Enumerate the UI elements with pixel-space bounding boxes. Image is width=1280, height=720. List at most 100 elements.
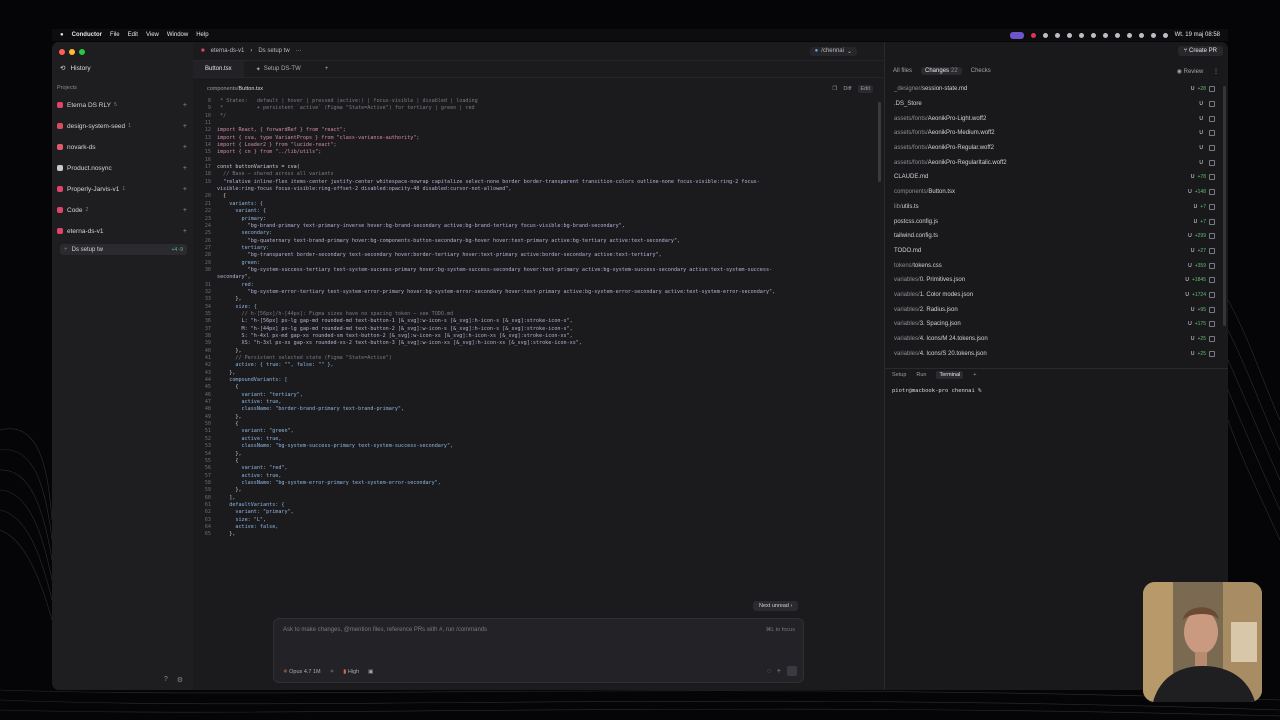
stage-checkbox[interactable] — [1209, 233, 1215, 240]
stage-checkbox[interactable] — [1209, 336, 1215, 343]
sidebar-history[interactable]: ⟲ History — [60, 64, 91, 73]
sparkle-icon[interactable]: ✧ — [330, 669, 335, 675]
editor-scrollbar[interactable] — [878, 102, 881, 182]
changed-file-row[interactable]: variables/1. Color modes.json U +1724 — [885, 288, 1228, 303]
tab-setup[interactable]: Setup — [892, 372, 906, 378]
changed-file-row[interactable]: variables/2. Radius.json U +95 — [885, 302, 1228, 317]
model-selector[interactable]: ✳ Opus 4.7 1M — [283, 669, 321, 675]
copy-icon[interactable]: ❐ — [832, 86, 837, 92]
stage-checkbox[interactable] — [1209, 321, 1215, 328]
sidebar-project-0[interactable]: Eterna DS RLY 5 + — [57, 99, 187, 111]
help-icon[interactable]: ? — [164, 676, 168, 684]
changed-file-row[interactable]: tailwind.config.ts U +299 — [885, 229, 1228, 244]
tray-icon-6[interactable] — [1102, 32, 1108, 38]
sidebar-project-5[interactable]: Code 2 + — [57, 204, 187, 216]
tab-checks[interactable]: Checks — [971, 68, 991, 74]
sidebar-project-6[interactable]: eterna-ds-v1 + — [57, 225, 187, 237]
next-unread-button[interactable]: Next unread › — [753, 601, 799, 611]
add-workspace-icon[interactable]: + — [183, 186, 187, 193]
changed-file-row[interactable]: assets/fonts/AeonikPro-RegularItalic.wof… — [885, 155, 1228, 170]
attach-icon[interactable]: ▣ — [368, 669, 373, 675]
review-button[interactable]: ◉ Review ⋮ — [1177, 68, 1219, 75]
chat-composer[interactable]: Ask to make changes, @mention files, ref… — [273, 618, 804, 683]
add-workspace-icon[interactable]: + — [183, 123, 187, 130]
diff-button[interactable]: Diff — [843, 86, 851, 92]
changed-file-row[interactable]: variables/3. Spacing.json U +175 — [885, 317, 1228, 332]
stage-checkbox[interactable] — [1209, 189, 1215, 196]
stage-checkbox[interactable] — [1209, 247, 1215, 254]
add-workspace-icon[interactable]: + — [183, 228, 187, 235]
stage-checkbox[interactable] — [1209, 350, 1215, 357]
menu-edit[interactable]: Edit — [128, 32, 138, 38]
composer-input[interactable]: Ask to make changes, @mention files, ref… — [283, 627, 487, 633]
changed-file-row[interactable]: .DS_Store U — [885, 97, 1228, 112]
wifi-icon[interactable] — [1138, 32, 1144, 38]
stage-checkbox[interactable] — [1209, 174, 1215, 181]
menu-window[interactable]: Window — [167, 32, 188, 38]
stage-checkbox[interactable] — [1209, 115, 1215, 122]
stage-checkbox[interactable] — [1209, 145, 1215, 152]
changed-file-row[interactable]: variables/4. Icons/S 20.tokens.json U +25 — [885, 346, 1228, 361]
recording-icon[interactable] — [1009, 31, 1024, 39]
tab-button-tsx[interactable]: Button.tsx — [193, 61, 244, 77]
add-icon[interactable]: + — [777, 668, 781, 675]
stage-checkbox[interactable] — [1209, 306, 1215, 313]
changed-file-row[interactable]: TODO.md U +27 — [885, 244, 1228, 259]
stage-checkbox[interactable] — [1209, 291, 1215, 298]
breadcrumb-project[interactable]: eterna-ds-v1 — [211, 48, 245, 54]
new-terminal-button[interactable]: + — [973, 372, 976, 378]
tray-icon-8[interactable] — [1126, 32, 1132, 38]
menu-view[interactable]: View — [146, 32, 159, 38]
stage-checkbox[interactable] — [1209, 101, 1215, 108]
new-tab-button[interactable]: + — [313, 61, 341, 77]
branch-selector[interactable]: ● /chennai ⌄ — [809, 46, 857, 56]
changed-file-row[interactable]: assets/fonts/AeonikPro-Light.woff2 U — [885, 111, 1228, 126]
tray-icon-7[interactable] — [1114, 32, 1120, 38]
changed-file-row[interactable]: postcss.config.js U +7 — [885, 214, 1228, 229]
sidebar-project-3[interactable]: Product.nosync + — [57, 162, 187, 174]
add-workspace-icon[interactable]: + — [183, 165, 187, 172]
menubar-clock[interactable]: Wt. 19 maj 08:58 — [1175, 32, 1220, 38]
changed-file-row[interactable]: _designer/session-state.md U +28 — [885, 82, 1228, 97]
menu-file[interactable]: File — [110, 32, 120, 38]
send-button[interactable] — [787, 666, 797, 676]
files-scrollbar[interactable] — [1223, 86, 1226, 326]
menubar-app-name[interactable]: Conductor — [72, 32, 102, 38]
changed-file-row[interactable]: tokens/tokens.css U +359 — [885, 258, 1228, 273]
sidebar-workspace-active[interactable]: ⑂ Ds setup tw +4 -9 — [60, 244, 187, 255]
code-editor[interactable]: 8 * States: default | hover | pressed (a… — [193, 98, 883, 618]
tab-run[interactable]: Run — [916, 372, 926, 378]
changed-file-row[interactable]: lib/utils.ts U +7 — [885, 200, 1228, 215]
changed-file-row[interactable]: variables/0. Primitives.json U +1845 — [885, 273, 1228, 288]
stage-checkbox[interactable] — [1209, 277, 1215, 284]
changed-file-row[interactable]: components/Button.tsx U +148 — [885, 185, 1228, 200]
menu-help[interactable]: Help — [196, 32, 208, 38]
add-workspace-icon[interactable]: + — [183, 102, 187, 109]
status-red-icon[interactable] — [1030, 32, 1036, 38]
search-icon[interactable] — [1150, 32, 1156, 38]
sidebar-project-2[interactable]: novark-ds + — [57, 141, 187, 153]
changed-file-row[interactable]: assets/fonts/AeonikPro-Medium.woff2 U — [885, 126, 1228, 141]
sidebar-project-1[interactable]: design-system-seed 1 + — [57, 120, 187, 132]
control-center-icon[interactable] — [1162, 32, 1168, 38]
effort-selector[interactable]: ▮ High — [343, 669, 359, 675]
stage-checkbox[interactable] — [1209, 86, 1215, 93]
more-icon[interactable]: ··· — [296, 48, 302, 54]
tray-icon-1[interactable] — [1042, 32, 1048, 38]
tab-changes[interactable]: Changes 22 — [921, 67, 962, 75]
stage-checkbox[interactable] — [1209, 203, 1215, 210]
tray-icon-4[interactable] — [1078, 32, 1084, 38]
stage-checkbox[interactable] — [1209, 262, 1215, 269]
edit-button[interactable]: Edit — [857, 85, 873, 93]
zoom-window-button[interactable] — [79, 49, 85, 55]
stage-checkbox[interactable] — [1209, 130, 1215, 137]
stage-checkbox[interactable] — [1209, 218, 1215, 225]
add-workspace-icon[interactable]: + — [183, 207, 187, 214]
terminal-prompt[interactable]: piotr@macbook-pro chennai % — [892, 388, 981, 394]
settings-gear-icon[interactable]: ⚙ — [177, 676, 183, 684]
tab-terminal[interactable]: Terminal — [936, 370, 964, 379]
changed-file-row[interactable]: assets/fonts/AeonikPro-Regular.woff2 U — [885, 141, 1228, 156]
close-window-button[interactable] — [59, 49, 65, 55]
tab-setup-ds-tw[interactable]: ✦ Setup DS-TW — [244, 61, 313, 77]
add-workspace-icon[interactable]: + — [183, 144, 187, 151]
